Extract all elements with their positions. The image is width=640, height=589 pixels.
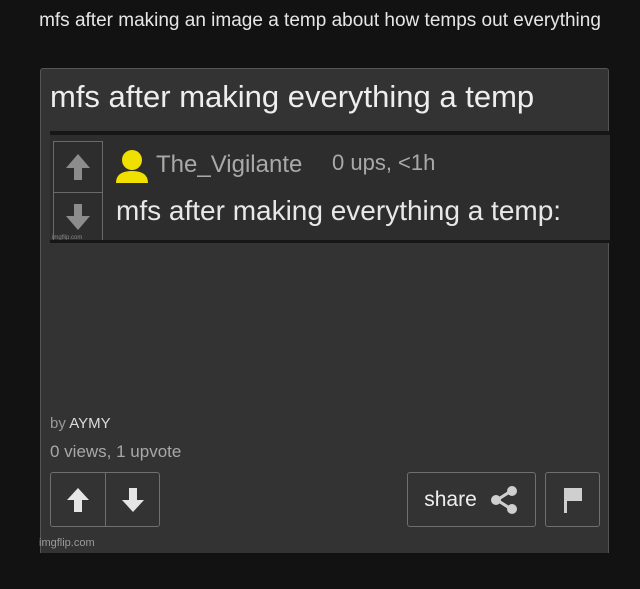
- downvote-arrow-icon: [122, 487, 144, 512]
- vote-box: [50, 472, 160, 527]
- post-title[interactable]: mfs after making everything a temp: [50, 79, 534, 115]
- meme-caption: mfs after making an image a temp about h…: [39, 10, 601, 31]
- comment-text: mfs after making everything a temp:: [116, 195, 562, 226]
- post-card: mfs after making everything a temp The_V…: [40, 68, 610, 553]
- by-prefix: by: [50, 415, 66, 432]
- upvote-button[interactable]: [51, 473, 106, 526]
- post-stats: 0 views, 1 upvote: [50, 442, 182, 461]
- share-icon: [490, 485, 517, 514]
- comment-username: The_Vigilante: [156, 151, 303, 178]
- share-label: share: [424, 487, 477, 511]
- comment-vote-column: [53, 141, 103, 240]
- site-watermark: imgflip.com: [39, 537, 95, 549]
- flag-button[interactable]: [545, 472, 600, 527]
- image-watermark: imgflip.com: [52, 235, 83, 241]
- meme-image[interactable]: The_Vigilante 0 ups, <1h mfs after makin…: [50, 131, 610, 243]
- flag-icon: [563, 487, 582, 513]
- comment-meta: 0 ups, <1h: [332, 150, 436, 175]
- avatar-icon: [114, 149, 150, 183]
- author-link[interactable]: AYMY: [69, 415, 110, 432]
- comment-upvote-arrow-icon: [54, 142, 102, 193]
- upvote-arrow-icon: [67, 487, 89, 512]
- author-line: by AYMY: [50, 415, 111, 432]
- downvote-button[interactable]: [106, 473, 160, 526]
- share-button[interactable]: share: [407, 472, 536, 527]
